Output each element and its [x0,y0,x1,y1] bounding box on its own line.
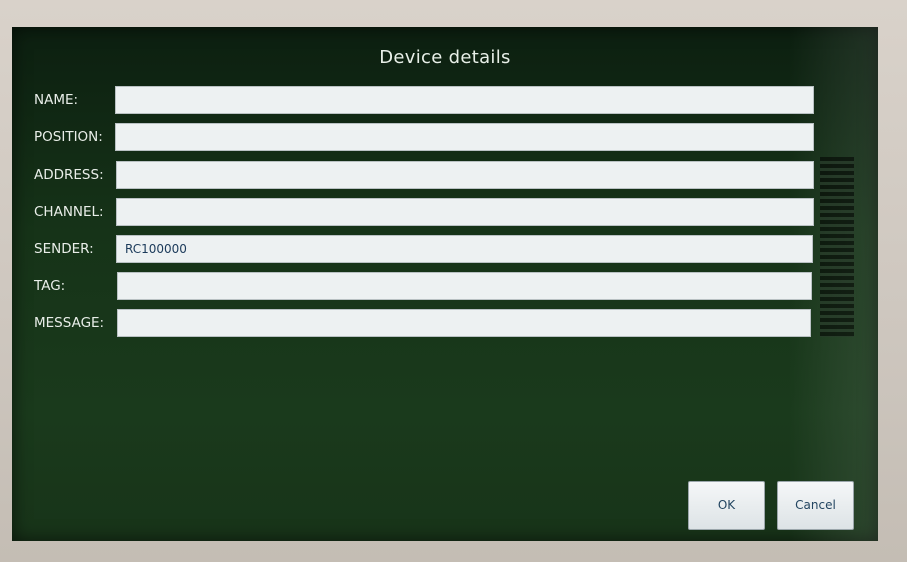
channel-field[interactable] [116,198,814,226]
channel-row: CHANNEL: [12,198,878,228]
position-field[interactable] [115,123,814,151]
name-row: NAME: [12,86,878,116]
name-label: NAME: [34,92,79,108]
position-row: POSITION: [12,123,878,153]
tag-label: TAG: [34,278,66,294]
tag-field[interactable] [117,272,812,300]
ok-button[interactable]: OK [688,481,765,530]
sender-row: SENDER: [12,235,878,265]
address-label: ADDRESS: [34,167,104,183]
sender-field[interactable] [116,235,813,263]
name-field[interactable] [115,86,814,114]
address-row: ADDRESS: [12,161,878,191]
message-label: MESSAGE: [34,315,105,331]
tag-row: TAG: [12,272,878,302]
position-label: POSITION: [34,129,103,145]
cancel-button[interactable]: Cancel [777,481,854,530]
message-field[interactable] [117,309,811,337]
device-details-dialog: Device details NAME: POSITION: ADDRESS: … [12,27,878,541]
sender-label: SENDER: [34,241,94,257]
dialog-title: Device details [379,47,511,68]
channel-label: CHANNEL: [34,204,104,220]
message-row: MESSAGE: [12,309,878,339]
address-field[interactable] [116,161,814,189]
